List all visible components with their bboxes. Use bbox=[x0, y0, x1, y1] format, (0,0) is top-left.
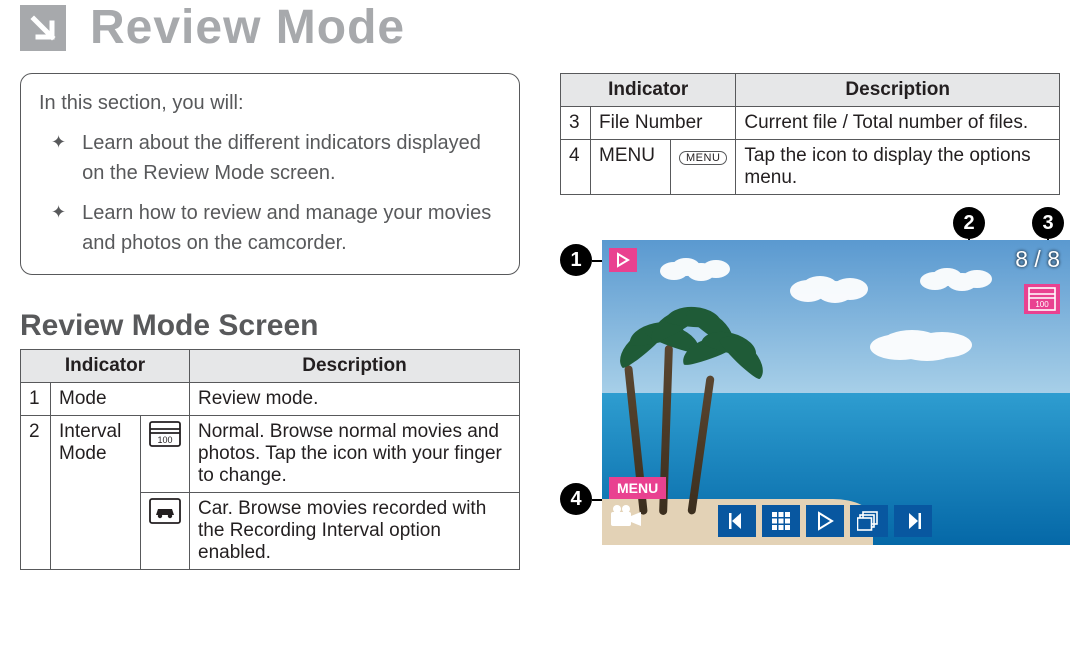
th-description: Description bbox=[736, 74, 1060, 107]
diamond-icon: ✦ bbox=[51, 198, 66, 227]
callout-bubble-1: 1 bbox=[560, 244, 592, 276]
cell-num: 1 bbox=[21, 383, 51, 416]
intro-bullet-text: Learn about the different indicators dis… bbox=[82, 128, 501, 188]
th-indicator: Indicator bbox=[561, 74, 736, 107]
th-indicator: Indicator bbox=[21, 350, 190, 383]
menu-pill-icon: MENU bbox=[671, 140, 736, 195]
intro-bullet: ✦ Learn about the different indicators d… bbox=[39, 128, 501, 188]
thumbnails-button[interactable] bbox=[762, 505, 800, 537]
callout-bubble-4: 4 bbox=[560, 483, 592, 515]
cell-num: 2 bbox=[21, 416, 51, 570]
cloud-icon bbox=[882, 330, 942, 356]
page-title-text: Review Mode bbox=[90, 0, 405, 55]
cloud-icon bbox=[672, 258, 700, 276]
diamond-icon: ✦ bbox=[51, 128, 66, 157]
next-button[interactable] bbox=[894, 505, 932, 537]
cell-description: Car. Browse movies recorded with the Rec… bbox=[190, 493, 520, 570]
section-heading: Review Mode Screen bbox=[20, 309, 520, 343]
slideshow-button[interactable] bbox=[850, 505, 888, 537]
table-row: 1 Mode Review mode. bbox=[21, 383, 520, 416]
callout-bubble-3: 3 bbox=[1032, 207, 1064, 239]
cell-indicator-name: Interval Mode bbox=[51, 416, 141, 570]
page-title: Review Mode bbox=[20, 0, 1070, 55]
file-number-indicator: 8 / 8 bbox=[1015, 246, 1060, 273]
screen-preview-wrap: 1 2 3 4 bbox=[560, 215, 1070, 569]
cell-num: 4 bbox=[561, 140, 591, 195]
indicator-table-right: Indicator Description 3 File Number Curr… bbox=[560, 73, 1060, 195]
play-button[interactable] bbox=[806, 505, 844, 537]
th-description: Description bbox=[190, 350, 520, 383]
svg-text:100: 100 bbox=[1035, 300, 1049, 309]
cell-indicator-name: MENU bbox=[591, 140, 671, 195]
indicator-table-left: Indicator Description 1 Mode Review mode… bbox=[20, 349, 520, 570]
cell-description: Review mode. bbox=[190, 383, 520, 416]
cloud-icon bbox=[802, 276, 838, 298]
intro-bullet-text: Learn how to review and manage your movi… bbox=[82, 198, 501, 258]
menu-indicator[interactable]: MENU bbox=[609, 477, 666, 499]
svg-text:100: 100 bbox=[157, 435, 172, 445]
interval-normal-icon: 100 bbox=[141, 416, 190, 493]
cell-description: Current file / Total number of files. bbox=[736, 107, 1060, 140]
title-arrow-icon bbox=[20, 5, 66, 51]
prev-button[interactable] bbox=[718, 505, 756, 537]
table-row: 4 MENU MENU Tap the icon to display the … bbox=[561, 140, 1060, 195]
cell-description: Tap the icon to display the options menu… bbox=[736, 140, 1060, 195]
menu-pill-label: MENU bbox=[679, 151, 727, 165]
table-row: 2 Interval Mode 100 Normal. Browse norma… bbox=[21, 416, 520, 493]
camcorder-mode-icon bbox=[609, 504, 645, 535]
cell-num: 3 bbox=[561, 107, 591, 140]
intro-box: In this section, you will: ✦ Learn about… bbox=[20, 73, 520, 275]
menu-indicator-label: MENU bbox=[617, 480, 658, 496]
mode-indicator[interactable] bbox=[609, 248, 637, 272]
control-bar bbox=[718, 505, 932, 537]
camcorder-screen: 8 / 8 100 MENU bbox=[602, 240, 1070, 545]
cell-description: Normal. Browse normal movies and photos.… bbox=[190, 416, 520, 493]
intro-lead: In this section, you will: bbox=[39, 88, 501, 118]
cell-indicator-name: File Number bbox=[591, 107, 736, 140]
intro-bullet: ✦ Learn how to review and manage your mo… bbox=[39, 198, 501, 258]
cell-indicator-name: Mode bbox=[51, 383, 190, 416]
interval-car-icon bbox=[141, 493, 190, 570]
interval-mode-indicator[interactable]: 100 bbox=[1024, 284, 1060, 314]
callout-bubble-2: 2 bbox=[953, 207, 985, 239]
table-row: 3 File Number Current file / Total numbe… bbox=[561, 107, 1060, 140]
cloud-icon bbox=[932, 268, 962, 286]
